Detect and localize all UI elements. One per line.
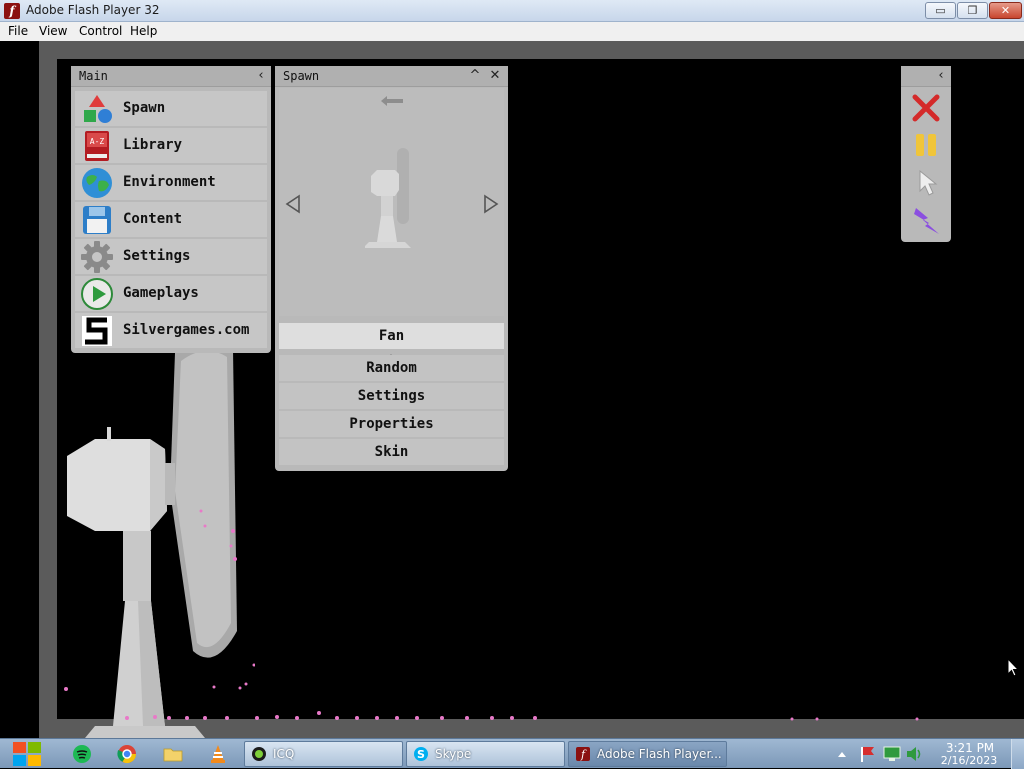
menu-item-label: Environment (123, 174, 216, 190)
menu-help[interactable]: Help (130, 24, 157, 38)
tool-panel-header[interactable]: ‹ (901, 66, 951, 87)
menu-control[interactable]: Control (79, 24, 122, 38)
menu-item-label: Gameplays (123, 285, 199, 301)
globe-icon (82, 168, 112, 198)
svg-text:S: S (417, 748, 425, 761)
main-panel-header[interactable]: Main ‹ (71, 66, 271, 87)
random-button[interactable]: Random (279, 355, 504, 381)
spawn-selected-item[interactable]: Fan (279, 323, 504, 349)
task-flash-player[interactable]: f Adobe Flash Player... (568, 741, 727, 767)
properties-button[interactable]: Properties (279, 411, 504, 437)
menu-view[interactable]: View (39, 24, 67, 38)
cursor-icon[interactable] (918, 169, 938, 197)
icq-icon (252, 747, 266, 761)
minimize-button[interactable]: ▭ (925, 2, 956, 19)
show-desktop-button[interactable] (1011, 739, 1024, 769)
menu-item-label: Spawn (123, 100, 166, 116)
menu-item-environment[interactable]: Environment (75, 165, 267, 200)
game-stage[interactable]: Main ‹ Spawn A-Z Library Environment Con… (0, 41, 1024, 738)
menu-item-library[interactable]: A-Z Library (75, 128, 267, 163)
play-icon (81, 278, 113, 310)
windows-start-icon[interactable] (10, 740, 44, 768)
network-icon[interactable] (882, 744, 902, 764)
chevron-left-icon[interactable]: ‹ (933, 68, 949, 84)
spawn-panel: Spawn ^ ✕ Fan Random Settings Properties… (275, 66, 508, 471)
floppy-disk-icon (83, 206, 111, 234)
taskbar: ICQ S Skype f Adobe Flash Player... 3:21… (0, 738, 1024, 769)
flash-player-app-icon: f (4, 3, 20, 19)
menu-item-spawn[interactable]: Spawn (75, 91, 267, 126)
show-hidden-icons-icon[interactable] (836, 744, 848, 764)
swap-arrows-icon[interactable] (379, 94, 405, 108)
task-label: ICQ (273, 747, 295, 761)
action-center-flag-icon[interactable] (858, 744, 876, 764)
stage-wall-top (39, 41, 1024, 59)
chrome-icon[interactable] (117, 744, 137, 764)
fan-preview-icon (365, 148, 411, 248)
menu-item-gameplays[interactable]: Gameplays (75, 276, 267, 311)
restore-icon: ❐ (967, 4, 978, 17)
flash-icon: f (576, 747, 590, 761)
skin-button[interactable]: Skin (279, 439, 504, 465)
chevron-up-icon[interactable]: ^ (467, 68, 483, 84)
task-skype[interactable]: S Skype (406, 741, 565, 767)
close-icon: ✕ (1000, 4, 1011, 17)
spawn-preview (279, 88, 504, 376)
spawn-panel-title: Spawn (283, 69, 320, 83)
main-panel-title: Main (79, 69, 108, 83)
tool-panel: ‹ (901, 66, 951, 242)
task-label: Skype (435, 747, 472, 761)
book-icon: A-Z (85, 131, 109, 161)
arrow-left-icon[interactable] (285, 194, 301, 214)
menu-bar: File View Control Help (0, 22, 1024, 42)
menu-item-label: Library (123, 137, 183, 153)
menu-item-settings[interactable]: Settings (75, 239, 267, 274)
particle-field (64, 682, 919, 721)
spawn-settings-button[interactable]: Settings (279, 383, 504, 409)
lightning-icon[interactable] (912, 206, 942, 236)
window-titlebar: f Adobe Flash Player 32 ▭ ❐ ✕ (0, 0, 1024, 22)
spotify-icon[interactable] (72, 744, 92, 764)
shapes-icon (84, 95, 112, 123)
menu-item-label: Content (123, 211, 183, 227)
menu-item-content[interactable]: Content (75, 202, 267, 237)
clock-date[interactable]: 2/16/2023 (934, 754, 1004, 767)
menu-item-label: Silvergames.com (123, 322, 250, 338)
menu-item-label: Settings (123, 248, 191, 264)
menu-file[interactable]: File (8, 24, 28, 38)
mouse-pointer-icon (1007, 658, 1019, 677)
chevron-left-icon[interactable]: ‹ (253, 68, 269, 84)
close-icon[interactable]: ✕ (487, 68, 503, 84)
vlc-icon[interactable] (208, 744, 228, 764)
fan-object[interactable] (55, 331, 255, 738)
minimize-icon: ▭ (935, 4, 946, 17)
gear-icon (81, 241, 113, 273)
volume-icon[interactable] (905, 744, 925, 764)
svg-text:A-Z: A-Z (90, 137, 105, 146)
task-label: Adobe Flash Player... (597, 747, 722, 761)
arrow-right-icon[interactable] (483, 194, 499, 214)
silvergames-logo-icon (82, 316, 112, 346)
menu-item-silvergames[interactable]: Silvergames.com (75, 313, 267, 348)
window-title: Adobe Flash Player 32 (26, 3, 160, 17)
pause-icon[interactable] (915, 133, 937, 157)
task-icq[interactable]: ICQ (244, 741, 403, 767)
main-panel: Main ‹ Spawn A-Z Library Environment Con… (71, 66, 271, 353)
restore-button[interactable]: ❐ (957, 2, 988, 19)
clock-time[interactable]: 3:21 PM (940, 741, 1000, 755)
folder-icon[interactable] (163, 744, 183, 764)
skype-icon: S (414, 747, 428, 761)
close-window-button[interactable]: ✕ (989, 2, 1022, 19)
spawn-panel-header[interactable]: Spawn ^ ✕ (275, 66, 508, 87)
delete-x-icon[interactable] (912, 94, 940, 122)
